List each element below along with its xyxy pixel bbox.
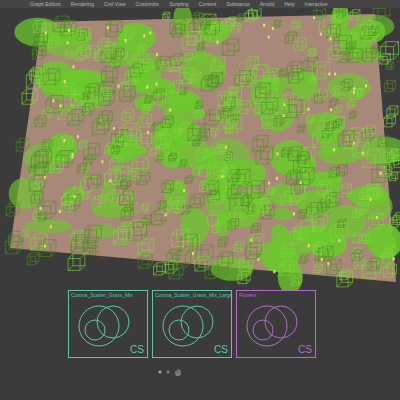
menu-item[interactable]: Substance [226,2,250,7]
dot-icon[interactable] [158,370,162,374]
menu-item[interactable]: Rendering [71,2,94,7]
menu-item[interactable]: Arnold [260,2,274,7]
viewport-nav [0,358,400,376]
menu-bar: Graph Editors Rendering Civil View Customiz… [0,0,400,8]
helper-badge: CS [214,345,228,355]
menu-item[interactable]: Graph Editors [30,2,61,7]
menu-item[interactable]: Content [199,2,217,7]
viewport-scene[interactable] [0,8,400,290]
helper-label: Corona_Scatter_Grass_Mix_Large [153,291,231,298]
menu-item[interactable]: Civil View [104,2,126,7]
menu-item[interactable]: Scripting [169,2,188,7]
helper-label: Corona_Scatter_Grass_Mix [69,291,147,298]
app-window: Graph Editors Rendering Civil View Customiz… [0,0,400,400]
scatter-helper[interactable]: Corona_Scatter_Grass_Mix CS [68,290,148,358]
scatter-helper[interactable]: Flowers CS [236,290,316,358]
helper-badge: CS [298,345,312,355]
helpers-row: Corona_Scatter_Grass_MixCSCorona_Scatter… [0,290,400,358]
menu-item[interactable]: Interactive [305,2,328,7]
scatter-helper[interactable]: Corona_Scatter_Grass_Mix_Large CS [152,290,232,358]
helper-label: Flowers [237,291,315,298]
helper-badge: CS [130,345,144,355]
menu-item[interactable]: Customize [136,2,160,7]
hand-icon[interactable] [174,368,182,376]
dot-icon[interactable] [166,370,170,374]
menu-item[interactable]: Help [284,2,294,7]
ground-plane [10,14,396,282]
